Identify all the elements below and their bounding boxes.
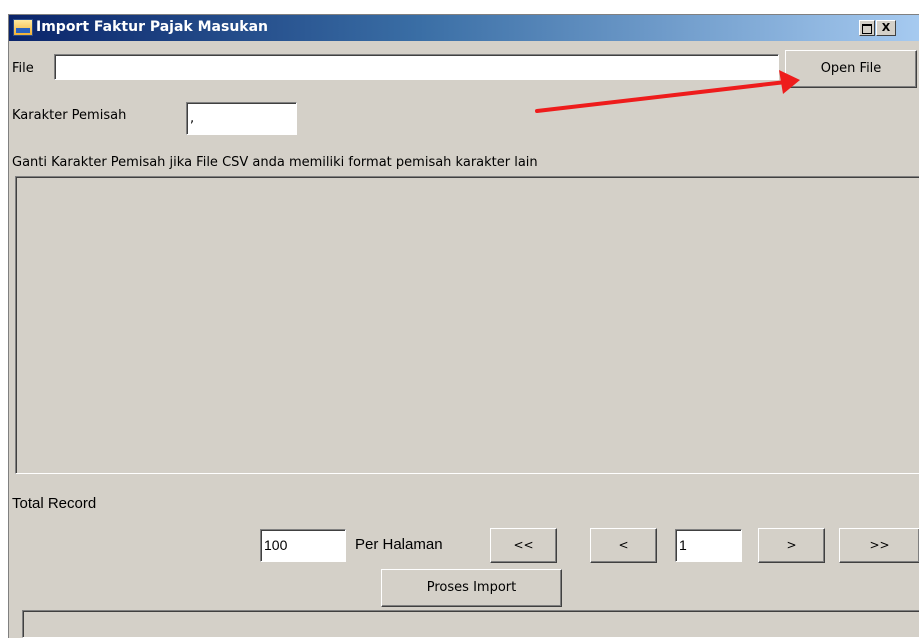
total-record-label: Total Record [12, 495, 97, 512]
page-number-input[interactable]: 1 [675, 529, 742, 562]
prev-page-button[interactable]: < [590, 528, 657, 563]
file-label: File [12, 61, 34, 76]
maximize-icon [862, 24, 872, 34]
separator-hint: Ganti Karakter Pemisah jika File CSV and… [12, 155, 538, 170]
title-bar[interactable]: Import Faktur Pajak Masukan X [9, 15, 919, 41]
status-panel [22, 610, 919, 638]
close-button[interactable]: X [876, 20, 896, 36]
per-page-input[interactable]: 100 [260, 529, 346, 562]
separator-input[interactable]: , [186, 102, 297, 135]
open-file-button[interactable]: Open File [785, 50, 917, 88]
per-page-label: Per Halaman [355, 536, 443, 553]
first-page-button[interactable]: << [490, 528, 557, 563]
import-window: Import Faktur Pajak Masukan X File Open … [8, 14, 919, 638]
separator-label: Karakter Pemisah [12, 108, 127, 123]
maximize-button[interactable] [859, 20, 875, 36]
tax-app-icon [13, 19, 33, 36]
last-page-button[interactable]: >> [839, 528, 919, 563]
close-icon: X [881, 21, 891, 34]
csv-preview-panel [15, 176, 919, 474]
window-title: Import Faktur Pajak Masukan [36, 19, 269, 35]
process-import-button[interactable]: Proses Import [381, 569, 562, 607]
next-page-button[interactable]: > [758, 528, 825, 563]
file-path-input[interactable] [54, 54, 779, 80]
